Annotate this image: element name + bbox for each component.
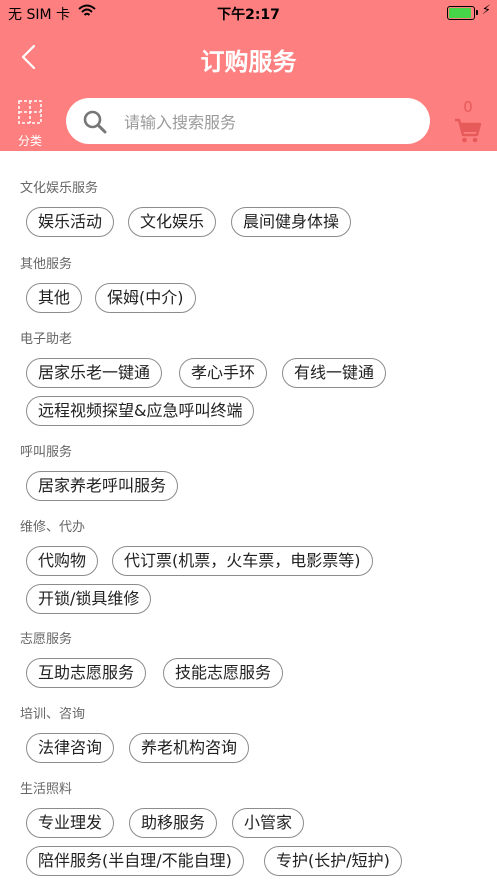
tag-row: 互助志愿服务 技能志愿服务: [20, 658, 490, 688]
tag-lock-repair[interactable]: 开锁/锁具维修: [26, 584, 152, 614]
tag-one-key-home[interactable]: 居家乐老一键通: [26, 358, 163, 388]
tag-row: 娱乐活动 文化娱乐 晨间健身体操: [20, 207, 490, 237]
tag-shopping[interactable]: 代购物: [26, 546, 99, 576]
search-input[interactable]: [122, 106, 416, 138]
tag-row: 居家乐老一键通 孝心手环 有线一键通: [20, 358, 490, 388]
section-repair-errand: 维修、代办 代购物 代订票(机票，火车票，电影票等) 开锁/锁具维修: [20, 518, 490, 614]
nav-bar: 订购服务: [0, 26, 497, 90]
section-elderly-electronics: 电子助老 居家乐老一键通 孝心手环 有线一键通 远程视频探望&应急呼叫终端: [20, 330, 490, 426]
battery-icon: [447, 6, 478, 20]
search-icon: [83, 110, 107, 134]
tag-row: 居家养老呼叫服务: [20, 471, 490, 501]
battery-nub: [476, 10, 478, 15]
tag-other[interactable]: 其他: [26, 283, 83, 313]
tag-ticket-booking[interactable]: 代订票(机票，火车票，电影票等): [112, 546, 373, 576]
section-title: 其他服务: [20, 257, 73, 272]
tag-companion[interactable]: 陪伴服务(半自理/不能自理): [26, 846, 244, 876]
tag-legal-consult[interactable]: 法律咨询: [26, 733, 115, 763]
tag-home-care-call[interactable]: 居家养老呼叫服务: [26, 471, 179, 501]
battery-level-fill: [449, 8, 471, 18]
tag-skill-volunteer[interactable]: 技能志愿服务: [163, 658, 284, 688]
tag-row: 其他 保姆(中介): [20, 283, 490, 313]
status-time: 下午2:17: [217, 7, 280, 23]
tag-row: 专业理发 助移服务 小管家: [20, 808, 490, 838]
tag-housekeeper[interactable]: 小管家: [232, 808, 305, 838]
tag-culture[interactable]: 文化娱乐: [128, 207, 217, 237]
tag-wristband[interactable]: 孝心手环: [179, 358, 268, 388]
section-call: 呼叫服务 居家养老呼叫服务: [20, 443, 490, 501]
tag-row: 开锁/锁具维修: [20, 584, 490, 614]
section-title: 生活照料: [20, 782, 73, 797]
search-toolbar: 分类 0: [0, 90, 497, 151]
tag-mobility[interactable]: 助移服务: [129, 808, 218, 838]
screen: 无 SIM 卡 下午2:17 ⚡ 订购服务 分类 请输入搜索服务 0 文化娱乐服…: [0, 0, 497, 883]
section-title: 维修、代办: [20, 520, 86, 535]
service-list: 文化娱乐服务 娱乐活动 文化娱乐 晨间健身体操 其他服务 其他 保姆(中介) 电…: [0, 151, 497, 883]
tag-morning-exercise[interactable]: 晨间健身体操: [231, 207, 352, 237]
tag-remote-video[interactable]: 远程视频探望&应急呼叫终端: [26, 396, 255, 426]
section-title: 志愿服务: [20, 632, 73, 647]
tag-nursing[interactable]: 专护(长护/短护): [264, 846, 402, 876]
section-title: 电子助老: [20, 332, 73, 347]
cart-button[interactable]: 0: [448, 94, 488, 146]
section-title: 文化娱乐服务: [20, 181, 99, 196]
category-button[interactable]: 分类: [12, 96, 48, 148]
tag-row: 法律咨询 养老机构咨询: [20, 733, 490, 763]
section-daily-care: 生活照料 专业理发 助移服务 小管家 陪伴服务(半自理/不能自理) 专护(长护/…: [20, 780, 490, 876]
section-title: 培训、咨询: [20, 707, 86, 722]
cart-count-badge: 0: [463, 98, 473, 116]
tag-nanny[interactable]: 保姆(中介): [95, 283, 196, 313]
tag-row: 陪伴服务(半自理/不能自理) 专护(长护/短护): [20, 846, 490, 876]
tag-row: 代购物 代订票(机票，火车票，电影票等): [20, 546, 490, 576]
section-culture: 文化娱乐服务 娱乐活动 文化娱乐 晨间健身体操: [20, 179, 490, 237]
section-volunteer: 志愿服务 互助志愿服务 技能志愿服务: [20, 630, 490, 688]
tag-row: 远程视频探望&应急呼叫终端: [20, 396, 490, 426]
section-training: 培训、咨询 法律咨询 养老机构咨询: [20, 705, 490, 763]
page-title: 订购服务: [200, 48, 297, 76]
tag-pension-consult[interactable]: 养老机构咨询: [129, 733, 250, 763]
section-other: 其他服务 其他 保姆(中介): [20, 255, 490, 313]
search-box[interactable]: [66, 98, 430, 144]
tag-mutual-volunteer[interactable]: 互助志愿服务: [26, 658, 147, 688]
status-bar: 无 SIM 卡 下午2:17 ⚡: [0, 0, 497, 26]
charging-bolt-icon: ⚡: [481, 3, 491, 18]
category-label: 分类: [17, 134, 42, 148]
tag-wired-one-key[interactable]: 有线一键通: [282, 358, 387, 388]
tag-haircut[interactable]: 专业理发: [26, 808, 115, 838]
section-title: 呼叫服务: [20, 445, 73, 460]
tag-entertainment[interactable]: 娱乐活动: [26, 207, 115, 237]
shopping-cart-icon: [455, 118, 482, 143]
grid-icon: [18, 100, 42, 124]
